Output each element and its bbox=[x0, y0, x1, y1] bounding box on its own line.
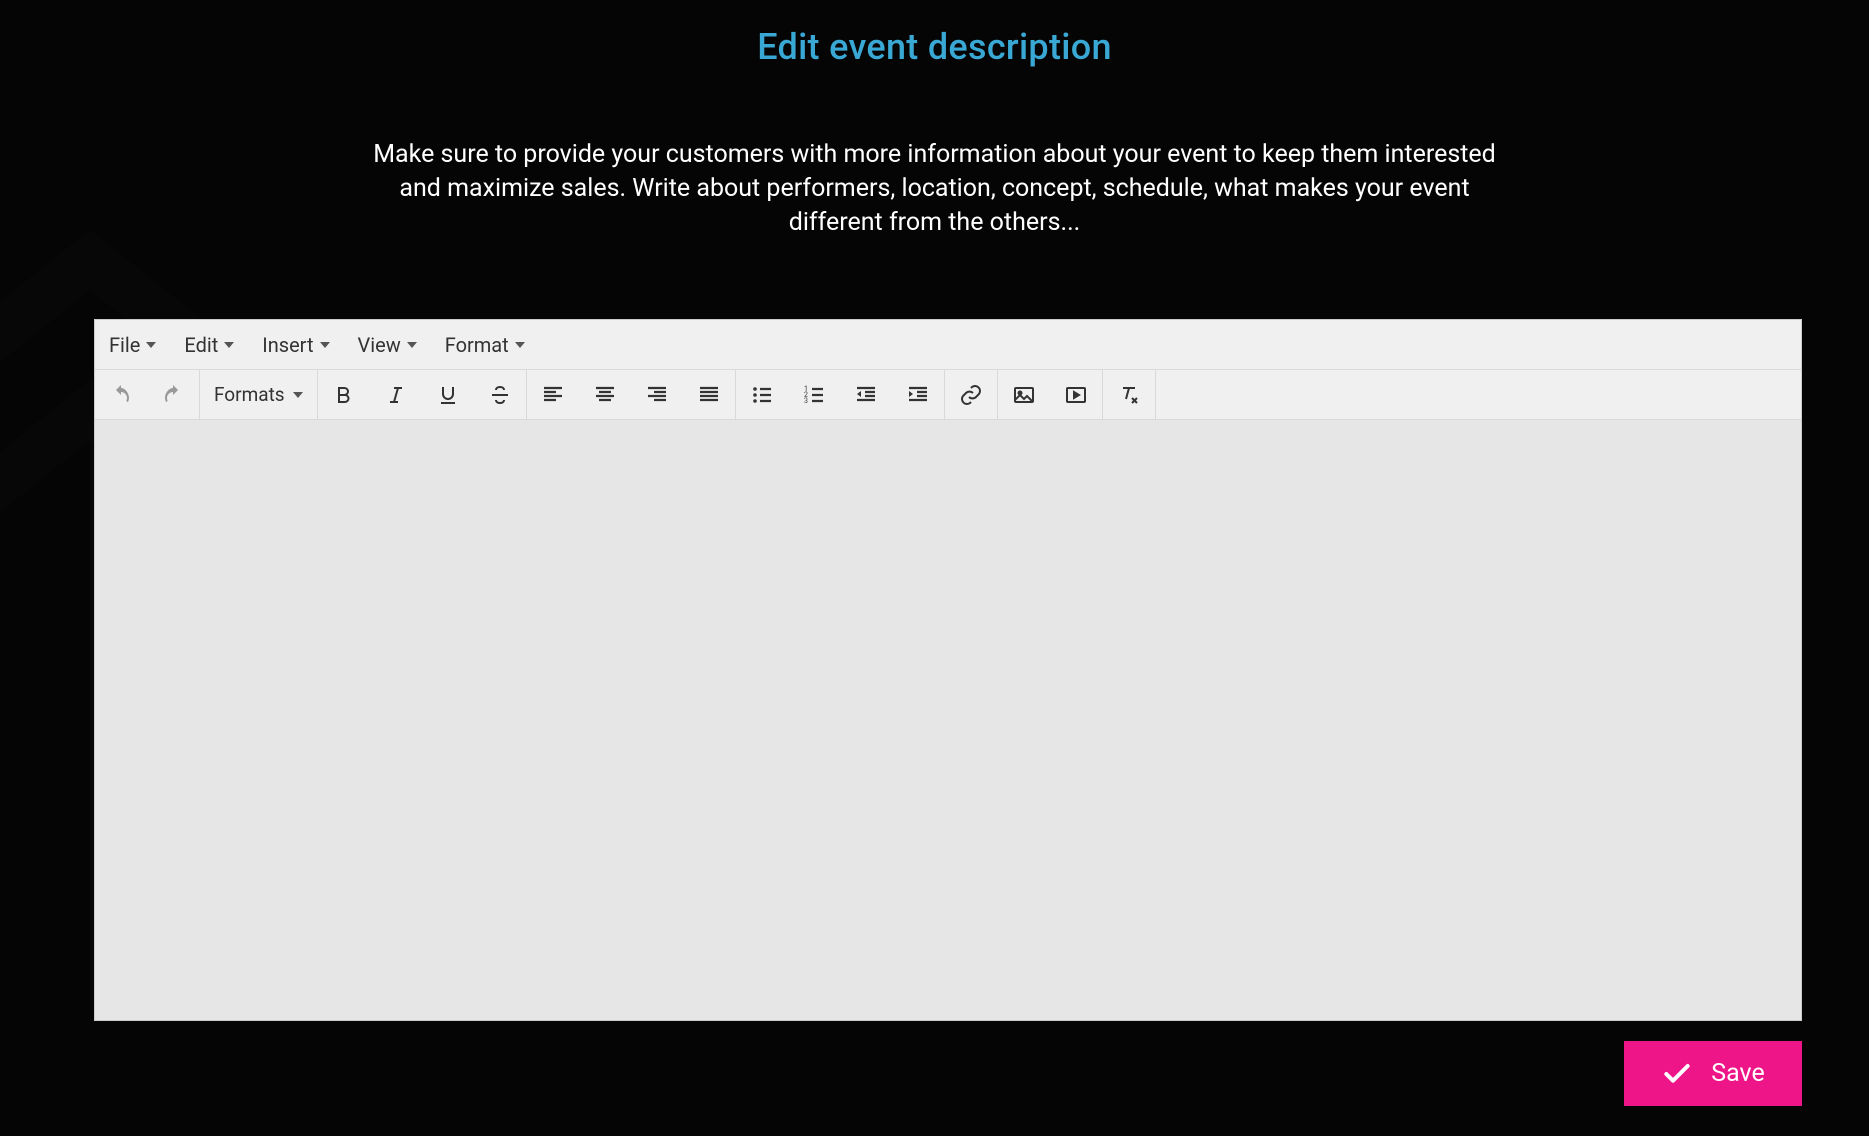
link-icon bbox=[959, 383, 983, 407]
toolbar-group-formats: Formats bbox=[200, 370, 318, 419]
menu-format-label: Format bbox=[445, 333, 509, 357]
align-right-icon bbox=[645, 383, 669, 407]
align-justify-icon bbox=[697, 383, 721, 407]
editor-toolbar: Formats bbox=[95, 370, 1801, 420]
page-title: Edit event description bbox=[0, 26, 1869, 68]
editor-content-area[interactable] bbox=[95, 420, 1801, 1020]
menu-insert[interactable]: Insert bbox=[254, 327, 337, 363]
image-icon bbox=[1012, 383, 1036, 407]
save-button[interactable]: Save bbox=[1624, 1041, 1802, 1106]
chevron-down-icon bbox=[515, 342, 525, 348]
align-center-button[interactable] bbox=[579, 370, 631, 420]
chevron-down-icon bbox=[224, 342, 234, 348]
video-button[interactable] bbox=[1050, 370, 1102, 420]
clear-format-button[interactable] bbox=[1103, 370, 1155, 420]
numbered-list-icon: 123 bbox=[802, 383, 826, 407]
menu-view[interactable]: View bbox=[350, 327, 425, 363]
toolbar-group-history bbox=[95, 370, 200, 419]
toolbar-group-align bbox=[527, 370, 736, 419]
undo-button[interactable] bbox=[95, 370, 147, 420]
indent-button[interactable] bbox=[892, 370, 944, 420]
link-button[interactable] bbox=[945, 370, 997, 420]
redo-icon bbox=[161, 383, 185, 407]
menu-file-label: File bbox=[109, 333, 140, 357]
outdent-button[interactable] bbox=[840, 370, 892, 420]
page-subtitle: Make sure to provide your customers with… bbox=[360, 138, 1510, 239]
undo-icon bbox=[109, 383, 133, 407]
toolbar-group-media bbox=[998, 370, 1103, 419]
chevron-down-icon bbox=[407, 342, 417, 348]
italic-icon bbox=[384, 383, 408, 407]
underline-button[interactable] bbox=[422, 370, 474, 420]
align-left-icon bbox=[541, 383, 565, 407]
bullet-list-button[interactable] bbox=[736, 370, 788, 420]
clear-format-icon bbox=[1117, 383, 1141, 407]
video-icon bbox=[1064, 383, 1088, 407]
formats-dropdown[interactable]: Formats bbox=[200, 383, 317, 406]
check-icon bbox=[1661, 1058, 1693, 1090]
rich-text-editor: File Edit Insert View Format bbox=[94, 319, 1802, 1021]
menu-edit-label: Edit bbox=[184, 333, 218, 357]
chevron-down-icon bbox=[146, 342, 156, 348]
italic-button[interactable] bbox=[370, 370, 422, 420]
menu-edit[interactable]: Edit bbox=[176, 327, 242, 363]
underline-icon bbox=[436, 383, 460, 407]
indent-icon bbox=[906, 383, 930, 407]
editor-menubar: File Edit Insert View Format bbox=[95, 320, 1801, 370]
menu-insert-label: Insert bbox=[262, 333, 313, 357]
align-center-icon bbox=[593, 383, 617, 407]
menu-file[interactable]: File bbox=[101, 327, 164, 363]
align-left-button[interactable] bbox=[527, 370, 579, 420]
align-justify-button[interactable] bbox=[683, 370, 735, 420]
chevron-down-icon bbox=[320, 342, 330, 348]
bold-icon bbox=[332, 383, 356, 407]
redo-button[interactable] bbox=[147, 370, 199, 420]
toolbar-group-list: 123 bbox=[736, 370, 945, 419]
strikethrough-icon bbox=[488, 383, 512, 407]
toolbar-group-text-style bbox=[318, 370, 527, 419]
align-right-button[interactable] bbox=[631, 370, 683, 420]
menu-view-label: View bbox=[358, 333, 401, 357]
image-button[interactable] bbox=[998, 370, 1050, 420]
bold-button[interactable] bbox=[318, 370, 370, 420]
formats-label: Formats bbox=[214, 383, 285, 406]
outdent-icon bbox=[854, 383, 878, 407]
svg-text:3: 3 bbox=[804, 397, 808, 405]
chevron-down-icon bbox=[293, 392, 303, 398]
save-button-label: Save bbox=[1711, 1059, 1764, 1088]
numbered-list-button[interactable]: 123 bbox=[788, 370, 840, 420]
bullet-list-icon bbox=[750, 383, 774, 407]
strikethrough-button[interactable] bbox=[474, 370, 526, 420]
toolbar-group-clear bbox=[1103, 370, 1156, 419]
toolbar-group-link bbox=[945, 370, 998, 419]
menu-format[interactable]: Format bbox=[437, 327, 533, 363]
page-root: Edit event description Make sure to prov… bbox=[0, 0, 1869, 1136]
